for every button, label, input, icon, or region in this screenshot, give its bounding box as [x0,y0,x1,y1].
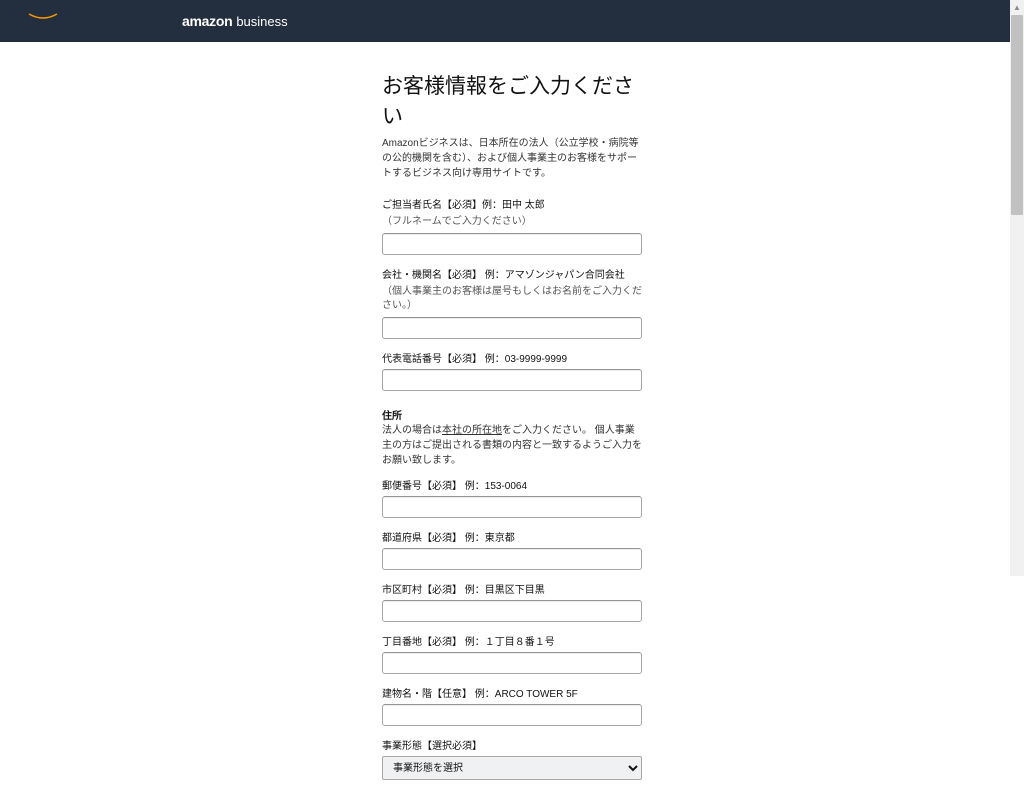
address-section: 住所 法人の場合は本社の所在地をご入力ください。 個人事業主の方はご提出される書… [382,407,642,468]
page-title: お客様情報をご入力ください [382,70,642,130]
phone-group: 代表電話番号【必須】 例：03-9999-9999 [382,353,642,391]
company-sublabel: （個人事業主のお客様は屋号もしくはお名前をご入力ください。） [382,285,642,313]
street-input[interactable] [382,652,642,674]
city-input[interactable] [382,600,642,622]
city-label: 市区町村【必須】 例：目黒区下目黒 [382,584,642,598]
prefecture-label: 都道府県【必須】 例：東京都 [382,532,642,546]
business-type-group: 事業形態【選択必須】 事業形態を選択 [382,740,642,780]
amazon-business-logo[interactable]: amazon business [182,13,288,29]
building-group: 建物名・階【任意】 例：ARCO TOWER 5F [382,688,642,726]
logo-amazon-text: amazon [182,13,232,29]
company-input[interactable] [382,317,642,339]
header-bar: amazon business [0,0,1024,42]
building-input[interactable] [382,704,642,726]
name-label: ご担当者氏名【必須】例：田中 太郎 [382,199,642,213]
phone-input[interactable] [382,369,642,391]
name-sublabel: （フルネームでご入力ください） [382,215,642,229]
address-text: 法人の場合は本社の所在地をご入力ください。 個人事業主の方はご提出される書類の内… [382,423,642,468]
name-group: ご担当者氏名【必須】例：田中 太郎 （フルネームでご入力ください） [382,199,642,255]
scrollbar-thumb[interactable] [1011,15,1023,215]
business-type-label: 事業形態【選択必須】 [382,740,642,754]
city-group: 市区町村【必須】 例：目黒区下目黒 [382,584,642,622]
phone-label: 代表電話番号【必須】 例：03-9999-9999 [382,353,642,367]
intro-text: Amazonビジネスは、日本所在の法人（公立学校・病院等の公的機関を含む）、およ… [382,136,642,181]
scrollbar-track[interactable]: ▲ [1010,0,1024,576]
building-label: 建物名・階【任意】 例：ARCO TOWER 5F [382,688,642,702]
name-input[interactable] [382,233,642,255]
prefecture-input[interactable] [382,548,642,570]
postal-group: 郵便番号【必須】 例：153-0064 [382,480,642,518]
company-group: 会社・機関名【必須】 例：アマゾンジャパン合同会社 （個人事業主のお客様は屋号も… [382,269,642,339]
postal-label: 郵便番号【必須】 例：153-0064 [382,480,642,494]
prefecture-group: 都道府県【必須】 例：東京都 [382,532,642,570]
company-label: 会社・機関名【必須】 例：アマゾンジャパン合同会社 [382,269,642,283]
street-group: 丁目番地【必須】 例：１丁目８番１号 [382,636,642,674]
scrollbar-up-icon[interactable]: ▲ [1010,0,1024,14]
amazon-smile-icon [28,13,58,21]
postal-input[interactable] [382,496,642,518]
business-type-select[interactable]: 事業形態を選択 [382,756,642,780]
logo-business-text: business [236,14,287,29]
address-title: 住所 [382,407,642,422]
street-label: 丁目番地【必須】 例：１丁目８番１号 [382,636,642,650]
form-container: お客様情報をご入力ください Amazonビジネスは、日本所在の法人（公立学校・病… [382,42,642,780]
